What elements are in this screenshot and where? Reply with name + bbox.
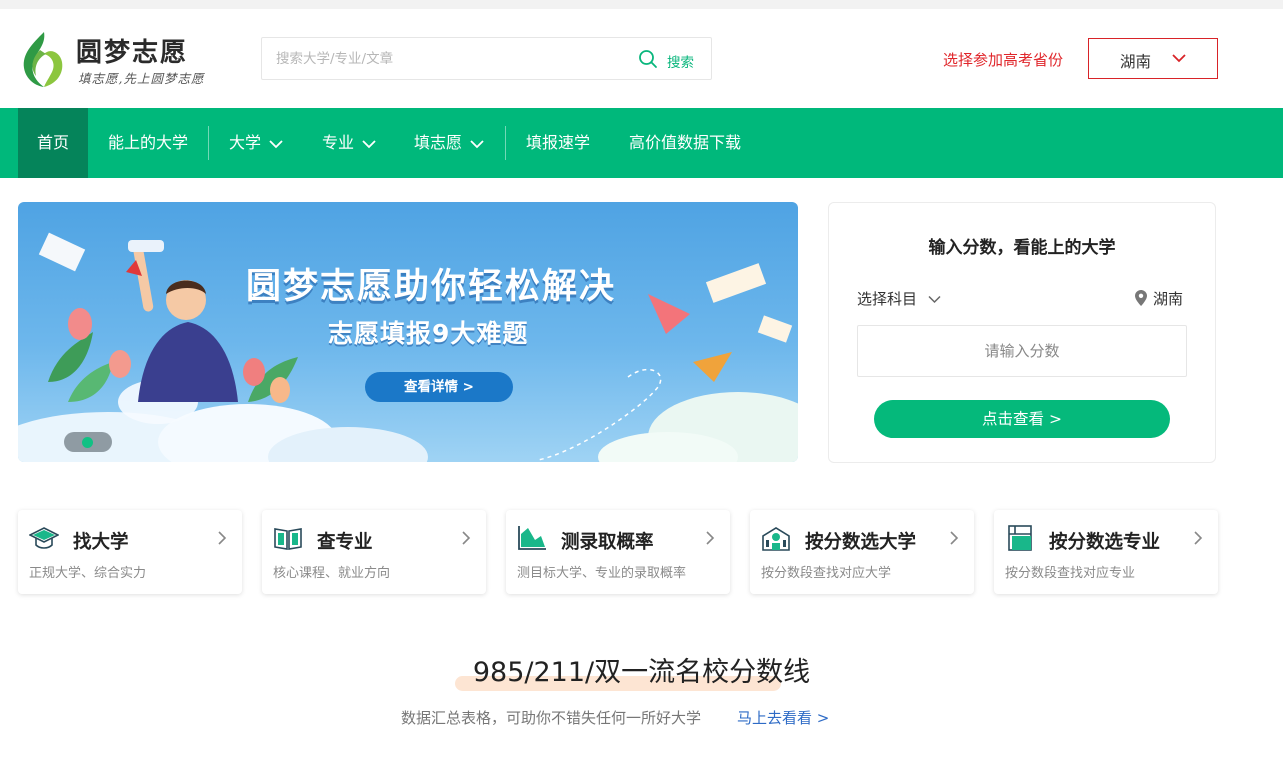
feature-title: 测录取概率	[561, 532, 654, 553]
nav-item-fill-application[interactable]: 填志愿	[414, 108, 484, 178]
open-book-icon	[274, 528, 302, 550]
nav-label: 专业	[322, 133, 355, 152]
feature-desc: 测目标大学、专业的录取概率	[517, 566, 687, 581]
location-pin-icon	[1135, 290, 1147, 306]
score-panel: 输入分数，看能上的大学 选择科目 湖南 点击查看 >	[828, 202, 1216, 463]
feature-desc: 核心课程、就业方向	[273, 566, 391, 581]
chevron-right-icon	[218, 531, 227, 545]
section-title: 985/211/双一流名校分数线	[472, 657, 811, 688]
nav-item-reachable-universities[interactable]: 能上的大学	[108, 108, 188, 178]
nav-item-universities[interactable]: 大学	[229, 108, 283, 178]
province-select[interactable]: 湖南	[1088, 38, 1218, 79]
feature-title: 查专业	[317, 532, 373, 553]
feature-card-major-by-score[interactable]: 按分数选专业 按分数段查找对应专业	[994, 510, 1218, 594]
chevron-down-icon	[1172, 54, 1186, 63]
score-panel-title: 输入分数，看能上的大学	[928, 238, 1116, 258]
feature-desc: 正规大学、综合实力	[29, 566, 147, 581]
section-header: 985/211/双一流名校分数线	[0, 650, 1283, 689]
nav-item-data-download[interactable]: 高价值数据下载	[629, 108, 741, 178]
province-label: 选择参加高考省份	[943, 51, 1064, 69]
nav-divider	[505, 126, 506, 160]
location-value: 湖南	[1153, 290, 1184, 308]
banner-subtitle: 志愿填报9大难题	[328, 319, 529, 348]
logo-slogan: 填志愿,先上圆梦志愿	[78, 71, 205, 86]
chevron-down-icon	[362, 139, 376, 148]
chevron-down-icon	[928, 295, 941, 304]
logo-title: 圆梦志愿	[76, 38, 189, 68]
chevron-down-icon	[269, 139, 283, 148]
nav-label: 首页	[36, 133, 69, 152]
school-building-icon	[762, 527, 790, 551]
section-more-link[interactable]: 马上去看看 >	[737, 707, 829, 728]
carousel-dot[interactable]	[82, 437, 93, 448]
site-logo[interactable]: 圆梦志愿 填志愿,先上圆梦志愿	[18, 28, 218, 90]
chevron-down-icon	[470, 139, 484, 148]
area-chart-icon	[518, 526, 546, 550]
search-button[interactable]: 搜索	[667, 51, 694, 71]
banner-detail-button[interactable]: 查看详情 >	[365, 372, 513, 402]
province-value: 湖南	[1120, 53, 1152, 71]
nav-item-home[interactable]: 首页	[18, 108, 88, 178]
feature-title: 按分数选专业	[1049, 532, 1161, 553]
promo-banner[interactable]: 圆梦志愿助你轻松解决 志愿填报9大难题 查看详情 >	[18, 202, 798, 462]
feature-desc: 按分数段查找对应专业	[1005, 566, 1136, 581]
leaf-logo-icon	[23, 32, 63, 87]
section-desc: 数据汇总表格，可助你不错失任何一所好大学	[401, 709, 702, 727]
nav-label: 高价值数据下载	[629, 133, 742, 152]
feature-title: 按分数选大学	[805, 532, 917, 553]
book-icon	[1008, 525, 1032, 551]
nav-label: 能上的大学	[108, 133, 189, 152]
check-button[interactable]: 点击查看 >	[874, 400, 1170, 438]
search-input[interactable]	[276, 48, 616, 70]
location-display: 湖南	[1135, 288, 1183, 309]
graduation-cap-icon	[29, 527, 59, 549]
feature-title: 找大学	[73, 532, 129, 553]
feature-card-university-by-score[interactable]: 按分数选大学 按分数段查找对应大学	[750, 510, 974, 594]
search-box: 搜索	[261, 37, 712, 80]
chevron-right-icon	[706, 531, 715, 545]
nav-item-majors[interactable]: 专业	[322, 108, 376, 178]
nav-divider	[208, 126, 209, 160]
chevron-right-icon	[1194, 531, 1203, 545]
banner-title: 圆梦志愿助你轻松解决	[246, 267, 617, 307]
feature-card-check-major[interactable]: 查专业 核心课程、就业方向	[262, 510, 486, 594]
nav-label: 填志愿	[414, 133, 463, 152]
top-strip	[0, 0, 1283, 9]
nav-item-quick-learn[interactable]: 填报速学	[526, 108, 590, 178]
nav-label: 填报速学	[526, 133, 591, 152]
chevron-right-icon	[462, 531, 471, 545]
chevron-right-icon	[950, 531, 959, 545]
feature-card-admission-probability[interactable]: 测录取概率 测目标大学、专业的录取概率	[506, 510, 730, 594]
search-icon[interactable]	[638, 49, 658, 69]
carousel-indicator	[64, 432, 112, 452]
feature-desc: 按分数段查找对应大学	[761, 566, 892, 581]
subject-select[interactable]: 选择科目	[857, 288, 941, 309]
subject-label: 选择科目	[857, 290, 918, 308]
nav-label: 大学	[229, 133, 262, 152]
main-nav: 首页 能上的大学 大学 专业 填志愿 填报速学 高价值数据下载	[0, 108, 1283, 178]
score-input[interactable]	[857, 325, 1187, 377]
feature-card-find-university[interactable]: 找大学 正规大学、综合实力	[18, 510, 242, 594]
